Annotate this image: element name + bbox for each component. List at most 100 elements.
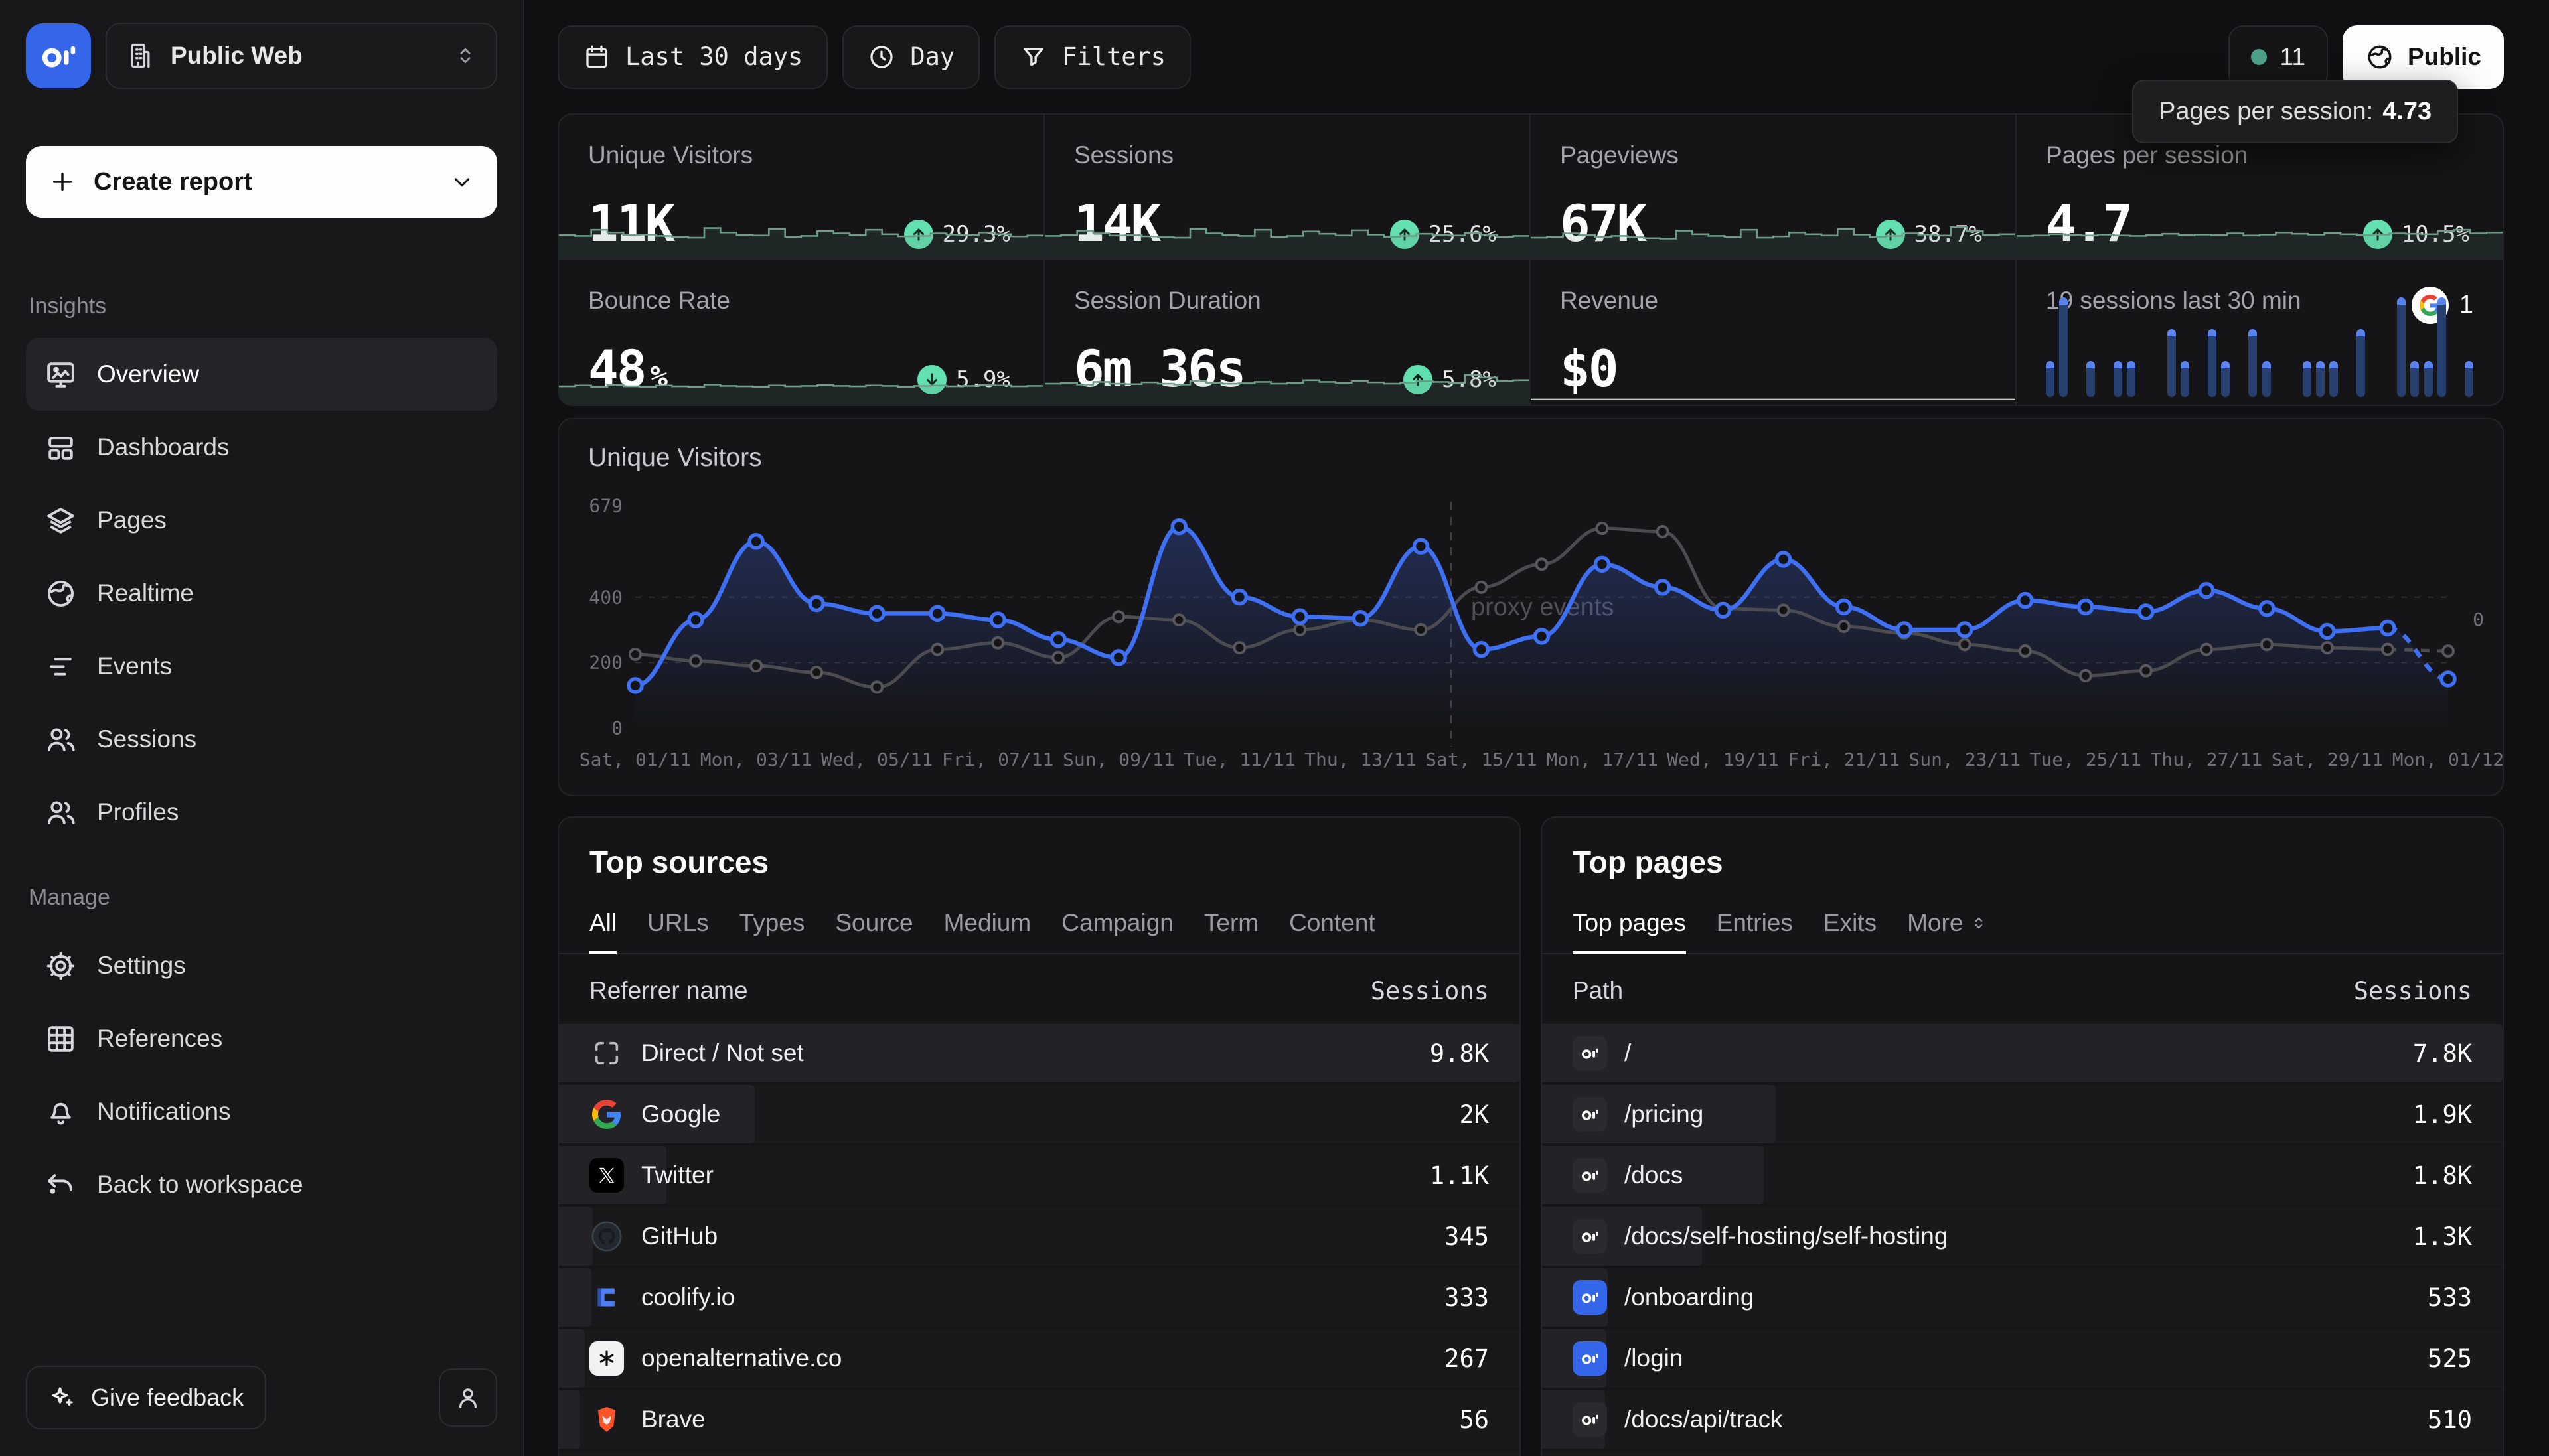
filters-button[interactable]: Filters [994, 25, 1191, 89]
sparkline [559, 200, 1043, 259]
op-dark-icon [1573, 1402, 1607, 1437]
top-sources-title: Top sources [589, 844, 1489, 880]
row-label: GitHub [641, 1222, 1444, 1250]
sidebar-item-sessions[interactable]: Sessions [26, 703, 497, 776]
op-dark-icon [1573, 1036, 1607, 1070]
line-chart-plot[interactable]: proxy events [635, 506, 2448, 728]
table-row[interactable]: /docs/api/track 510 [1542, 1390, 2503, 1449]
table-row[interactable]: coolify.io 333 [559, 1268, 1519, 1327]
tab-all[interactable]: All [589, 909, 617, 953]
table-row[interactable]: openalternative.co 267 [559, 1329, 1519, 1388]
users-icon [44, 796, 77, 829]
tab-entries[interactable]: Entries [1717, 909, 1793, 953]
table-row[interactable]: /login 525 [1542, 1329, 2503, 1388]
table-row[interactable]: / 7.8K [1542, 1024, 2503, 1082]
op-blue-icon [1573, 1280, 1607, 1315]
row-label: Twitter [641, 1161, 1430, 1189]
users-icon [44, 723, 77, 756]
table-row[interactable]: Twitter 1.1K [559, 1146, 1519, 1204]
table-row[interactable]: /onboarding 533 [1542, 1268, 2503, 1327]
table-row[interactable]: /docs/self-hosting/self-hosting 1.3K [1542, 1207, 2503, 1266]
row-value-bar [559, 1390, 580, 1449]
row-value: 267 [1444, 1345, 1489, 1373]
kpi-bounce-rate[interactable]: Bounce Rate 48% 5.9% [559, 260, 1045, 405]
tab-medium[interactable]: Medium [944, 909, 1032, 953]
globe-icon [2365, 42, 2394, 72]
brave-icon [589, 1402, 624, 1437]
tab-urls[interactable]: URLs [647, 909, 709, 953]
row-value-bar [559, 1268, 591, 1327]
tab-term[interactable]: Term [1204, 909, 1259, 953]
row-label: / [1624, 1039, 2413, 1067]
tab-campaign[interactable]: Campaign [1061, 909, 1174, 953]
tab-top-pages[interactable]: Top pages [1573, 909, 1686, 953]
x-axis-labels: Sat, 01/11Mon, 03/11Wed, 05/11Fri, 07/11… [635, 749, 2448, 775]
section-label-manage: Manage [29, 885, 497, 910]
table-row[interactable]: /docs 1.8K [1542, 1146, 2503, 1204]
tab-more[interactable]: More [1907, 909, 1988, 953]
kpi-pageviews[interactable]: Pageviews 67K 38.7% [1531, 115, 2017, 260]
sidebar-item-settings[interactable]: Settings [26, 929, 497, 1002]
tab-types[interactable]: Types [739, 909, 805, 953]
create-report-label: Create report [94, 168, 432, 196]
sidebar-item-notifications[interactable]: Notifications [26, 1075, 497, 1148]
sidebar-item-events[interactable]: Events [26, 630, 497, 703]
table-row[interactable]: Direct / Not set 9.8K [559, 1024, 1519, 1082]
user-menu-button[interactable] [439, 1368, 497, 1427]
gear-icon [44, 950, 77, 982]
row-value: 9.8K [1430, 1039, 1489, 1068]
row-value: 333 [1444, 1283, 1489, 1312]
workspace-selector[interactable]: Public Web [106, 23, 497, 89]
table-row[interactable]: /pricing 1.9K [1542, 1085, 2503, 1143]
sidebar-item-references[interactable]: References [26, 1002, 497, 1075]
row-value: 1.1K [1430, 1161, 1489, 1190]
row-label: openalternative.co [641, 1345, 1444, 1372]
row-value: 510 [2428, 1406, 2472, 1434]
events-icon [44, 650, 77, 683]
kpi-session-duration[interactable]: Session Duration 6m 36s 5.8% [1045, 260, 1531, 405]
live-sessions-bars [2046, 296, 2473, 397]
table-row[interactable]: GitHub 345 [559, 1207, 1519, 1266]
row-label: /onboarding [1624, 1283, 2428, 1311]
kpi-unique-visitors[interactable]: Unique Visitors 11K 29.3% [559, 115, 1045, 260]
top-sources-card: Top sources All URLs Types Source Medium… [558, 816, 1521, 1456]
row-value: 7.8K [2413, 1039, 2472, 1068]
openpanel-logo [26, 23, 91, 88]
kpi-revenue[interactable]: Revenue $0 [1531, 260, 2017, 405]
sidebar-item-pages[interactable]: Pages [26, 484, 497, 557]
table-row[interactable] [1542, 1451, 2503, 1456]
row-value-bar [559, 1207, 593, 1266]
sidebar-item-realtime[interactable]: Realtime [26, 557, 497, 630]
op-dark-icon [1573, 1158, 1607, 1193]
chevrons-updown-icon [453, 44, 477, 68]
create-report-button[interactable]: Create report [26, 146, 497, 218]
row-label: /login [1624, 1345, 2428, 1372]
sidebar-item-overview[interactable]: Overview [26, 338, 497, 411]
table-row[interactable] [559, 1451, 1519, 1456]
tab-exits[interactable]: Exits [1823, 909, 1877, 953]
sparkline-flat [1531, 346, 2015, 405]
section-label-insights: Insights [29, 293, 497, 319]
kpi-live-sessions[interactable]: 19 sessions last 30 min 1 [2017, 260, 2503, 405]
google-icon [589, 1097, 624, 1131]
sparkline [1045, 346, 1529, 405]
sidebar-item-back-to-workspace[interactable]: Back to workspace [26, 1148, 497, 1221]
tab-content[interactable]: Content [1289, 909, 1375, 953]
row-label: Brave [641, 1406, 1459, 1433]
sparkline [1531, 200, 2015, 259]
row-label: coolify.io [641, 1283, 1444, 1311]
clock-icon [868, 43, 895, 71]
kpi-sessions[interactable]: Sessions 14K 25.6% [1045, 115, 1531, 260]
sidebar-item-dashboards[interactable]: Dashboards [26, 411, 497, 484]
sparkline [2017, 200, 2503, 259]
table-row[interactable]: Brave 56 [559, 1390, 1519, 1449]
table-row[interactable]: Google 2K [559, 1085, 1519, 1143]
date-range-button[interactable]: Last 30 days [558, 25, 828, 89]
tab-source[interactable]: Source [835, 909, 913, 953]
interval-button[interactable]: Day [842, 25, 980, 89]
kpi-grid: Unique Visitors 11K 29.3% Sessions 14K 2… [558, 113, 2504, 406]
row-label: /pricing [1624, 1100, 2413, 1128]
top-pages-card: Top pages Top pages Entries Exits More P… [1541, 816, 2504, 1456]
give-feedback-button[interactable]: Give feedback [26, 1366, 266, 1429]
sidebar-item-profiles[interactable]: Profiles [26, 776, 497, 849]
